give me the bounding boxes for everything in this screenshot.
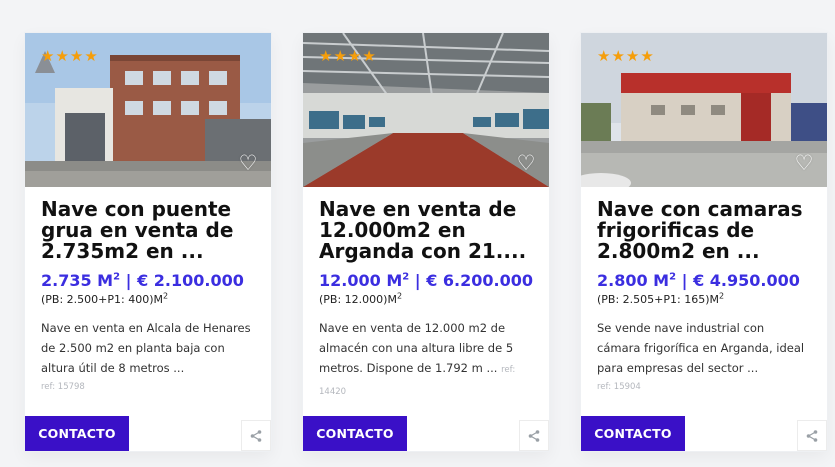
listing-title[interactable]: Nave en venta de 12.000m2 en Arganda con…: [319, 199, 537, 262]
contact-button[interactable]: CONTACTO: [25, 416, 129, 451]
listing-card[interactable]: ★ ★ ★ ★ ♡ Nave con camaras frigorificas …: [581, 33, 827, 451]
star-icon: ★: [362, 47, 376, 65]
star-icon: ★: [41, 47, 55, 65]
reference-label: ref: 15798: [41, 382, 85, 392]
listing-description: Nave en venta de 12.000 m2 de almacén co…: [319, 318, 533, 402]
breakdown-exponent: 2: [163, 291, 169, 301]
star-icon: ★: [55, 47, 69, 65]
listing-photo[interactable]: ★ ★ ★ ★ ♡: [303, 33, 549, 187]
breakdown-text: (PB: 12.000)M: [319, 293, 397, 306]
star-icon: ★: [333, 47, 347, 65]
price-value: | € 2.100.000: [120, 271, 244, 290]
rating-stars: ★ ★ ★ ★: [41, 47, 98, 65]
listing-photo[interactable]: ★ ★ ★ ★ ♡: [25, 33, 271, 187]
listing-title[interactable]: Nave con puente grua en venta de 2.735m2…: [41, 199, 259, 262]
heart-outline-icon[interactable]: ♡: [237, 152, 259, 174]
rating-stars: ★ ★ ★ ★: [319, 47, 376, 65]
area-value: 2.800 M: [597, 271, 670, 290]
breakdown-text: (PB: 2.500+P1: 400)M: [41, 293, 163, 306]
reference-label: ref: 15904: [597, 382, 641, 392]
star-icon: ★: [611, 47, 625, 65]
listing-card[interactable]: ★ ★ ★ ★ ♡ Nave con puente grua en venta …: [25, 33, 271, 451]
breakdown-exponent: 2: [396, 291, 403, 301]
breakdown-exponent: 2: [719, 291, 725, 301]
share-icon[interactable]: [241, 420, 271, 451]
star-icon: ★: [597, 47, 611, 65]
contact-button[interactable]: CONTACTO: [303, 416, 407, 451]
listing-photo[interactable]: ★ ★ ★ ★ ♡: [581, 33, 827, 187]
listing-price: 12.000 M2 | € 6.200.000: [319, 271, 541, 291]
heart-outline-icon[interactable]: ♡: [515, 152, 537, 174]
star-icon: ★: [625, 47, 640, 65]
star-icon: ★: [347, 47, 362, 65]
listing-description: Nave en venta en Alcala de Henares de 2.…: [41, 318, 255, 394]
listing-title[interactable]: Nave con camaras frigorificas de 2.800m2…: [597, 199, 815, 262]
description-text: Nave en venta de 12.000 m2 de almacén co…: [319, 321, 514, 375]
contact-button[interactable]: CONTACTO: [581, 416, 685, 451]
description-text: Nave en venta en Alcala de Henares de 2.…: [41, 321, 251, 375]
star-icon: ★: [84, 47, 98, 65]
price-value: | € 4.950.000: [676, 271, 800, 290]
star-icon: ★: [319, 47, 333, 65]
listing-card[interactable]: ★ ★ ★ ★ ♡ Nave en venta de 12.000m2 en A…: [303, 33, 549, 451]
price-value: | € 6.200.000: [409, 271, 533, 290]
rating-stars: ★ ★ ★ ★: [597, 47, 654, 65]
share-icon[interactable]: [519, 420, 549, 451]
heart-outline-icon[interactable]: ♡: [793, 152, 815, 174]
listing-description: Se vende nave industrial con cámara frig…: [597, 318, 811, 394]
breakdown-text: (PB: 2.505+P1: 165)M: [597, 293, 719, 306]
description-text: Se vende nave industrial con cámara frig…: [597, 321, 805, 375]
area-value: 12.000 M: [319, 271, 403, 290]
area-breakdown: (PB: 2.500+P1: 400)M2: [41, 291, 263, 307]
area-breakdown: (PB: 12.000)M2: [319, 291, 541, 307]
star-icon: ★: [69, 47, 84, 65]
listing-price: 2.800 M2 | € 4.950.000: [597, 271, 819, 291]
area-value: 2.735 M: [41, 271, 114, 290]
share-icon[interactable]: [797, 420, 827, 451]
area-breakdown: (PB: 2.505+P1: 165)M2: [597, 291, 819, 307]
star-icon: ★: [640, 47, 654, 65]
listing-price: 2.735 M2 | € 2.100.000: [41, 271, 263, 291]
